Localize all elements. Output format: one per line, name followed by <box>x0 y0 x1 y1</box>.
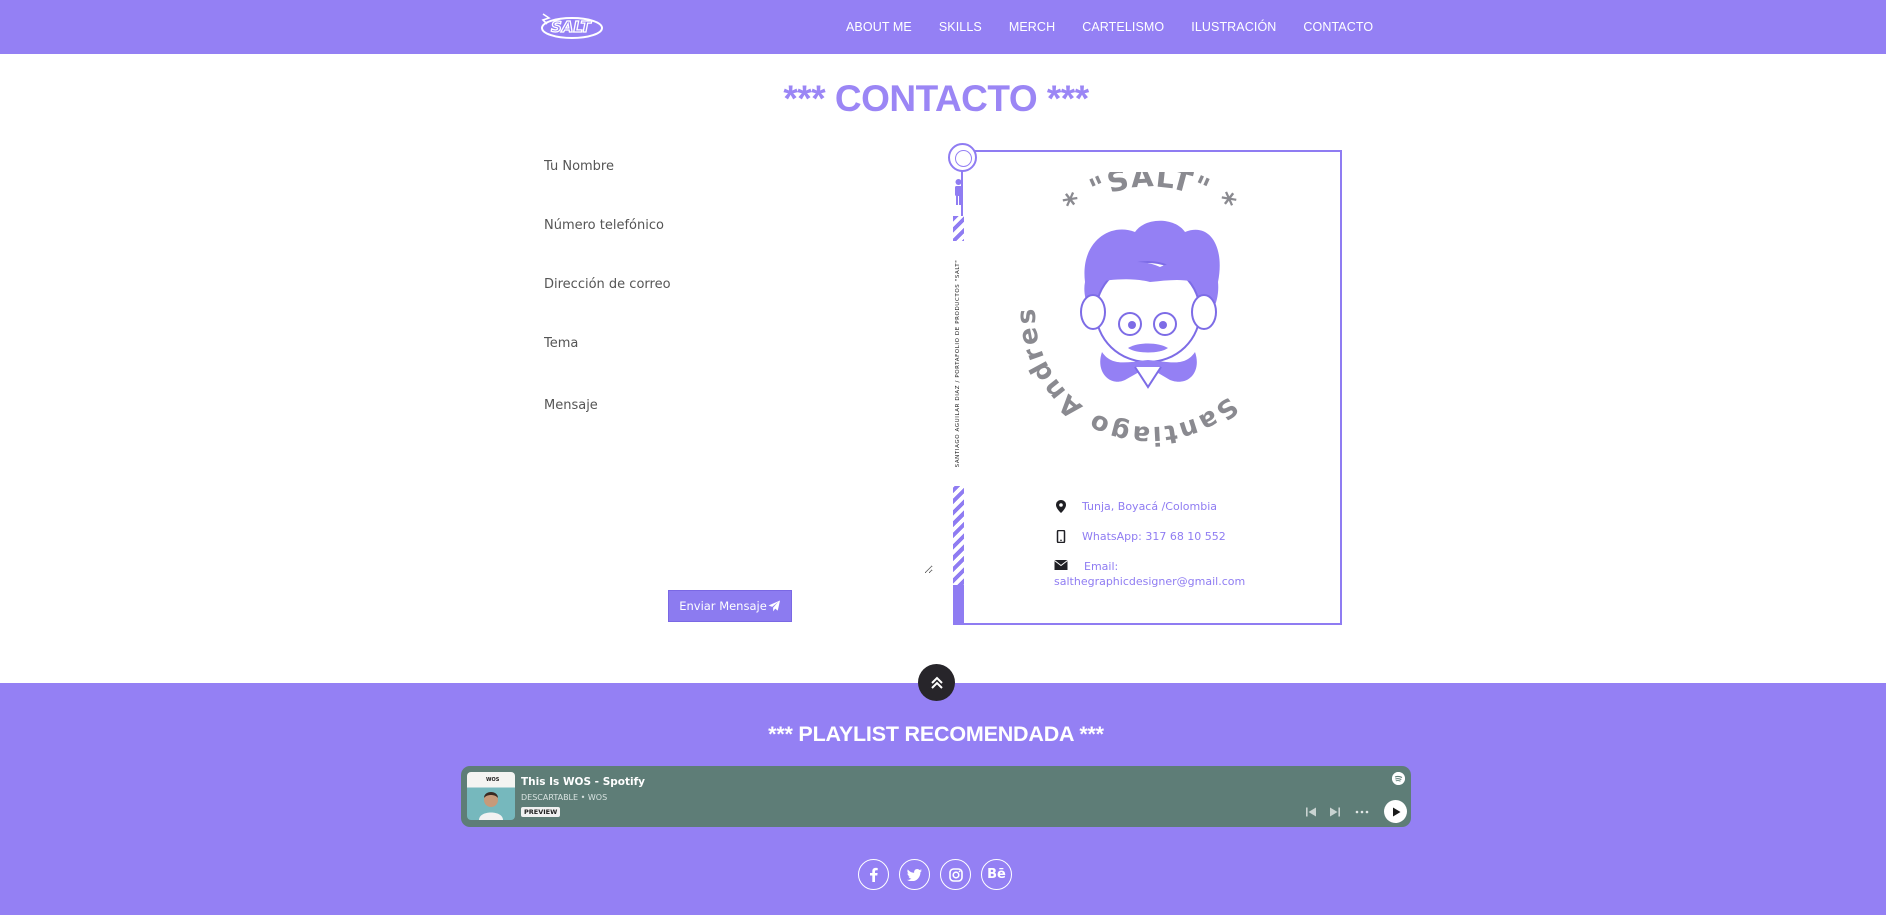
instagram-link[interactable] <box>940 859 971 890</box>
playlist-title[interactable]: This Is WOS - Spotify <box>521 776 645 788</box>
contact-location: Tunja, Boyacá /Colombia <box>1054 500 1217 513</box>
play-button[interactable] <box>1384 800 1407 823</box>
playlist-subtitle: DESCARTABLE • WOS <box>521 793 608 802</box>
previous-track-icon[interactable] <box>1305 806 1317 818</box>
next-track-icon[interactable] <box>1329 806 1341 818</box>
nav-links: ABOUT ME SKILLS MERCH CARTELISMO ILUSTRA… <box>846 0 1400 54</box>
envelope-icon <box>1054 560 1068 570</box>
person-icon <box>955 179 962 205</box>
playlist-heading: *** PLAYLIST RECOMENDADA *** <box>768 722 1104 746</box>
nav-link-skills[interactable]: SKILLS <box>939 20 982 34</box>
send-message-label: Enviar Mensaje <box>679 599 767 613</box>
top-navbar: SALT ABOUT ME SKILLS MERCH CARTELISMO IL… <box>0 0 1886 54</box>
whatsapp-text[interactable]: WhatsApp: 317 68 10 552 <box>1082 530 1226 543</box>
card-stripe-base <box>953 585 964 625</box>
social-links: Bē <box>858 859 1022 890</box>
behance-icon: Bē <box>987 867 1006 882</box>
nav-link-ilustracion[interactable]: ILUSTRACIÓN <box>1191 20 1276 34</box>
instagram-icon <box>948 867 963 882</box>
contact-whatsapp: WhatsApp: 317 68 10 552 <box>1054 530 1226 543</box>
nav-link-contacto[interactable]: CONTACTO <box>1303 20 1373 34</box>
play-icon <box>1392 807 1400 816</box>
contact-card: SANTIAGO AGUILAR DIAZ / PORTAFOLIO DE PR… <box>948 143 1342 625</box>
subject-input[interactable] <box>543 328 933 358</box>
map-marker-icon <box>1056 500 1066 513</box>
svg-text:* "SALT" *: * "SALT" * <box>1057 172 1244 221</box>
more-options-icon[interactable] <box>1355 806 1369 818</box>
contact-email: Email: salthegraphicdesigner@gmail.com <box>1054 560 1284 588</box>
playlist-cover[interactable]: WOS <box>467 772 515 820</box>
behance-link[interactable]: Bē <box>981 859 1012 890</box>
twitter-link[interactable] <box>899 859 930 890</box>
name-input[interactable] <box>543 151 933 181</box>
spotify-icon[interactable] <box>1392 772 1405 785</box>
contact-heading: *** CONTACTO *** <box>783 78 1089 119</box>
scroll-to-top-button[interactable] <box>918 664 955 701</box>
paper-plane-icon <box>768 600 780 612</box>
double-chevron-up-icon <box>930 676 943 689</box>
email-input[interactable] <box>543 269 933 299</box>
salt-seal-illustration: * "SALT" * Santiago Andres Aguilar Diaz <box>1010 172 1244 450</box>
nav-link-about-me[interactable]: ABOUT ME <box>846 20 912 34</box>
seal-top-text: * "SALT" * <box>1057 172 1243 221</box>
card-vertical-text: SANTIAGO AGUILAR DIAZ / PORTAFOLIO DE PR… <box>953 241 964 486</box>
card-badge-icon <box>948 143 977 172</box>
message-textarea[interactable] <box>543 390 933 574</box>
nav-link-cartelismo[interactable]: CARTELISMO <box>1082 20 1164 34</box>
face-illustration <box>1080 220 1220 389</box>
mobile-phone-icon <box>1056 530 1066 543</box>
facebook-icon <box>870 867 878 882</box>
email-address[interactable]: salthegraphicdesigner@gmail.com <box>1054 575 1284 588</box>
send-message-button[interactable]: Enviar Mensaje <box>668 590 792 622</box>
salt-logo[interactable]: SALT <box>537 8 603 42</box>
nav-link-merch[interactable]: MERCH <box>1009 20 1055 34</box>
spotify-embed[interactable]: WOS This Is WOS - Spotify DESCARTABLE • … <box>461 766 1411 827</box>
location-text: Tunja, Boyacá /Colombia <box>1082 500 1217 513</box>
email-label: Email: <box>1084 560 1119 573</box>
facebook-link[interactable] <box>858 859 889 890</box>
phone-input[interactable] <box>543 210 933 240</box>
preview-badge: PREVIEW <box>521 807 561 817</box>
footer: *** PLAYLIST RECOMENDADA *** WOS This Is… <box>0 683 1886 915</box>
svg-text:SALT: SALT <box>551 18 592 36</box>
twitter-icon <box>907 868 922 881</box>
